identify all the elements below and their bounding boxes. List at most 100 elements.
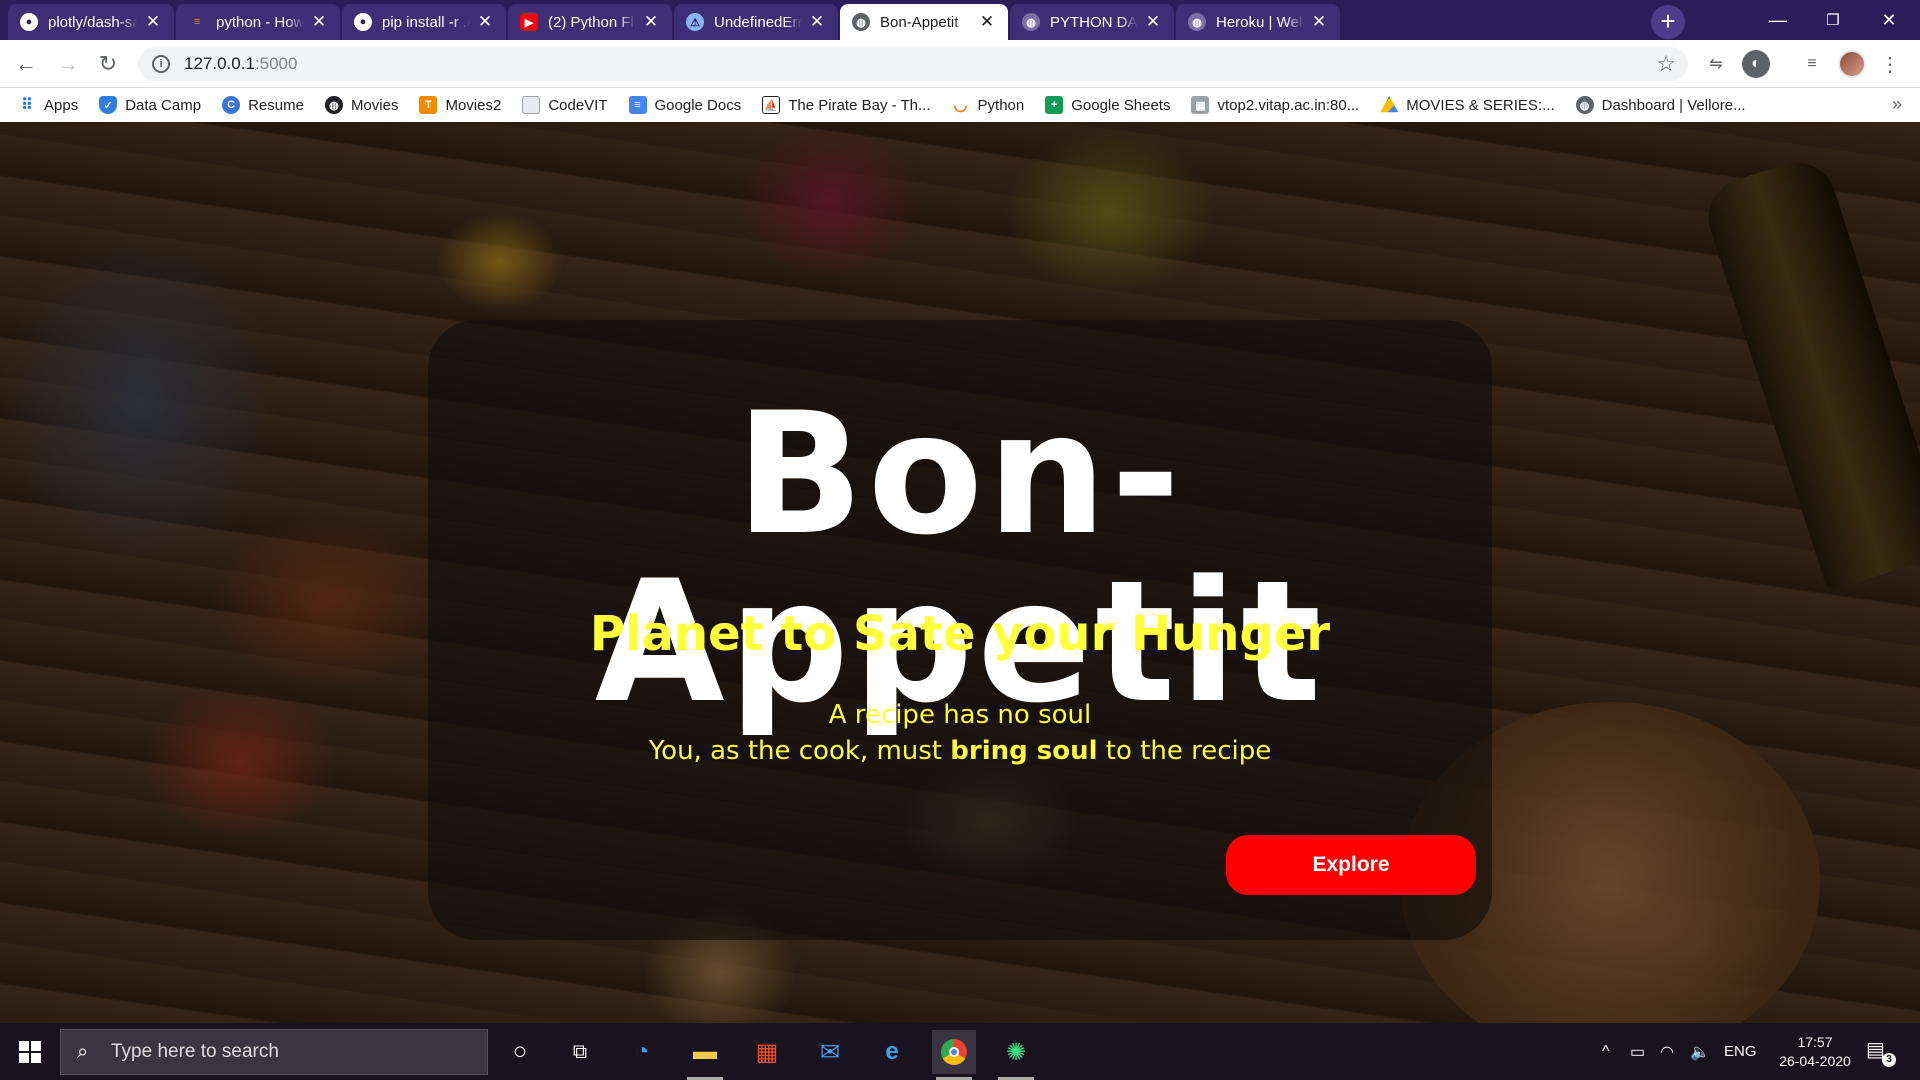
globe-icon: ◍ <box>1022 13 1040 31</box>
extension-icon[interactable]: ◐ <box>1742 50 1770 78</box>
internet-explorer-icon[interactable]: e <box>870 1030 914 1074</box>
tab-title: Heroku | Welcome <box>1216 13 1304 31</box>
bookmark-label: Movies2 <box>445 96 502 114</box>
bookmark-google-docs[interactable]: ≡ Google Docs <box>628 96 742 114</box>
tab-item-active[interactable]: ◍ Bon-Appetit ✕ <box>840 4 1008 40</box>
edge-icon[interactable]: ◔ <box>620 1030 664 1074</box>
tab-item[interactable]: ≡ python - How to install ✕ <box>176 4 340 40</box>
tab-title: python - How to install <box>216 13 304 31</box>
notification-badge: 3 <box>1882 1053 1896 1067</box>
tab-item[interactable]: ▶ (2) Python Flask Tutorial ✕ <box>508 4 672 40</box>
menu-dots-icon[interactable]: ⋮ <box>1876 50 1904 78</box>
tab-item[interactable]: ● plotly/dash-sample-apps ✕ <box>8 4 174 40</box>
clock-time: 17:57 <box>1797 1034 1833 1050</box>
task-view-icon[interactable]: ⧉ <box>558 1030 602 1074</box>
cortana-icon[interactable]: ○ <box>498 1030 542 1074</box>
system-clock[interactable]: 17:57 26-04-2020 <box>1770 1033 1860 1071</box>
drive-icon <box>1380 96 1399 113</box>
globe-icon: ◍ <box>1188 13 1206 31</box>
bookmark-label: Resume <box>248 96 304 114</box>
extension-icon[interactable]: ⇋ <box>1702 50 1730 78</box>
close-icon[interactable]: ✕ <box>1310 12 1328 32</box>
new-tab-button[interactable]: + <box>1651 5 1685 39</box>
bookmark-resume[interactable]: C Resume <box>222 96 304 114</box>
tab-item[interactable]: ● pip install -r ./requirements ✕ <box>342 4 506 40</box>
search-placeholder: Type here to search <box>111 1041 279 1062</box>
bookmark-datacamp[interactable]: ✓ Data Camp <box>99 96 201 114</box>
bookmark-label: The Pirate Bay - Th... <box>788 96 931 114</box>
mail-icon[interactable]: ✉ <box>808 1030 852 1074</box>
stackoverflow-icon: ≡ <box>193 16 201 28</box>
bookmarks-bar: ⠿ Apps ✓ Data Camp C Resume ◍ Movies T M… <box>0 88 1920 122</box>
close-icon[interactable]: ✕ <box>310 12 328 32</box>
restore-button[interactable]: ❐ <box>1810 0 1856 40</box>
apps-grid-icon: ⠿ <box>21 97 33 114</box>
info-icon[interactable]: i <box>152 55 170 73</box>
bookmark-label: Dashboard | Vellore... <box>1601 96 1746 114</box>
bookmark-star-icon[interactable]: ☆ <box>1656 51 1676 77</box>
clock-date: 26-04-2020 <box>1779 1053 1851 1069</box>
chrome-icon[interactable] <box>932 1030 976 1080</box>
close-icon[interactable]: ✕ <box>144 12 162 32</box>
url-text[interactable]: 127.0.0.1:5000 <box>184 54 297 74</box>
language-indicator[interactable]: ENG <box>1724 1023 1757 1080</box>
bookmark-apps[interactable]: ⠿ Apps <box>18 96 78 115</box>
close-icon[interactable]: ✕ <box>642 12 660 32</box>
bookmark-label: Google Docs <box>654 96 742 114</box>
show-hidden-icons[interactable]: ^ <box>1602 1023 1610 1080</box>
explore-button[interactable]: Explore <box>1226 835 1476 895</box>
file-explorer-icon[interactable]: ▬ <box>683 1030 727 1080</box>
anaconda-icon[interactable]: ✺ <box>994 1030 1038 1080</box>
tab-item[interactable]: ◍ Heroku | Welcome ✕ <box>1176 4 1340 40</box>
bookmark-movies2[interactable]: T Movies2 <box>419 96 501 114</box>
more-bookmarks-icon[interactable]: » <box>1892 94 1902 115</box>
python-icon: ◡ <box>953 97 968 114</box>
bookmark-label: MOVIES & SERIES:... <box>1406 96 1555 114</box>
close-window-button[interactable]: ✕ <box>1866 0 1912 40</box>
tab-item[interactable]: ◍ PYTHON DASHBOARD ✕ <box>1010 4 1174 40</box>
url-port: :5000 <box>254 54 298 73</box>
youtube-icon: ▶ <box>520 13 538 31</box>
volume-icon[interactable]: 🔈 <box>1690 1023 1710 1080</box>
taskbar-search-box[interactable]: ⌕ Type here to search <box>60 1029 488 1075</box>
tab-title: PYTHON DASHBOARD <box>1050 13 1138 31</box>
background-wine-bottle <box>1698 152 1920 592</box>
search-icon: ⌕ <box>77 1040 89 1063</box>
bookmark-label: Python <box>977 96 1025 114</box>
start-button[interactable] <box>0 1023 60 1080</box>
tab-item[interactable]: ⚠ UndefinedError: 'None' ✕ <box>674 4 838 40</box>
bookmark-python[interactable]: ◡ Python <box>952 96 1025 115</box>
minimize-button[interactable]: — <box>1755 0 1801 40</box>
quote-line-2: You, as the cook, must bring soul to the… <box>440 733 1480 769</box>
bookmark-codevit[interactable]: CodeVIT <box>522 96 608 114</box>
battery-icon[interactable]: ▭ <box>1630 1023 1645 1080</box>
close-icon[interactable]: ✕ <box>978 12 996 32</box>
address-bar[interactable]: i 127.0.0.1:5000 ☆ <box>138 47 1688 81</box>
forward-arrow-icon[interactable]: → <box>52 48 84 80</box>
quote-line-1: A recipe has no soul <box>828 700 1092 730</box>
notification-center-icon[interactable]: ▤ 3 <box>1866 1037 1896 1067</box>
docs-icon: ≡ <box>628 96 647 114</box>
back-arrow-icon[interactable]: ← <box>10 48 42 80</box>
shield-icon: ✓ <box>99 96 118 114</box>
page-title: Bon-Appetit <box>594 376 1326 740</box>
tab-title: plotly/dash-sample-apps <box>48 13 138 31</box>
close-icon[interactable]: ✕ <box>1144 12 1162 32</box>
close-icon[interactable]: ✕ <box>476 12 494 32</box>
reload-icon[interactable]: ↻ <box>92 48 124 80</box>
media-queue-icon[interactable]: ≡ <box>1798 50 1826 78</box>
store-icon[interactable]: ▦ <box>745 1030 789 1074</box>
quote-text: to the recipe <box>1097 736 1272 766</box>
wifi-icon[interactable]: ◠ <box>1660 1023 1674 1080</box>
bookmark-movies-series[interactable]: MOVIES & SERIES:... <box>1380 96 1555 114</box>
page-icon <box>522 96 541 114</box>
bookmark-vtop2[interactable]: ▦ vtop2.vitap.ac.in:80... <box>1191 96 1359 114</box>
bookmark-dashboard-vellore[interactable]: ◍ Dashboard | Vellore... <box>1575 96 1746 114</box>
bookmark-pirate-bay[interactable]: ⛵ The Pirate Bay - Th... <box>762 96 931 114</box>
sheets-icon: + <box>1045 96 1064 114</box>
close-icon[interactable]: ✕ <box>808 12 826 32</box>
bookmark-movies[interactable]: ◍ Movies <box>324 96 398 114</box>
bookmark-label: Google Sheets <box>1071 96 1171 114</box>
bookmark-google-sheets[interactable]: + Google Sheets <box>1045 96 1170 114</box>
avatar[interactable] <box>1838 50 1866 78</box>
